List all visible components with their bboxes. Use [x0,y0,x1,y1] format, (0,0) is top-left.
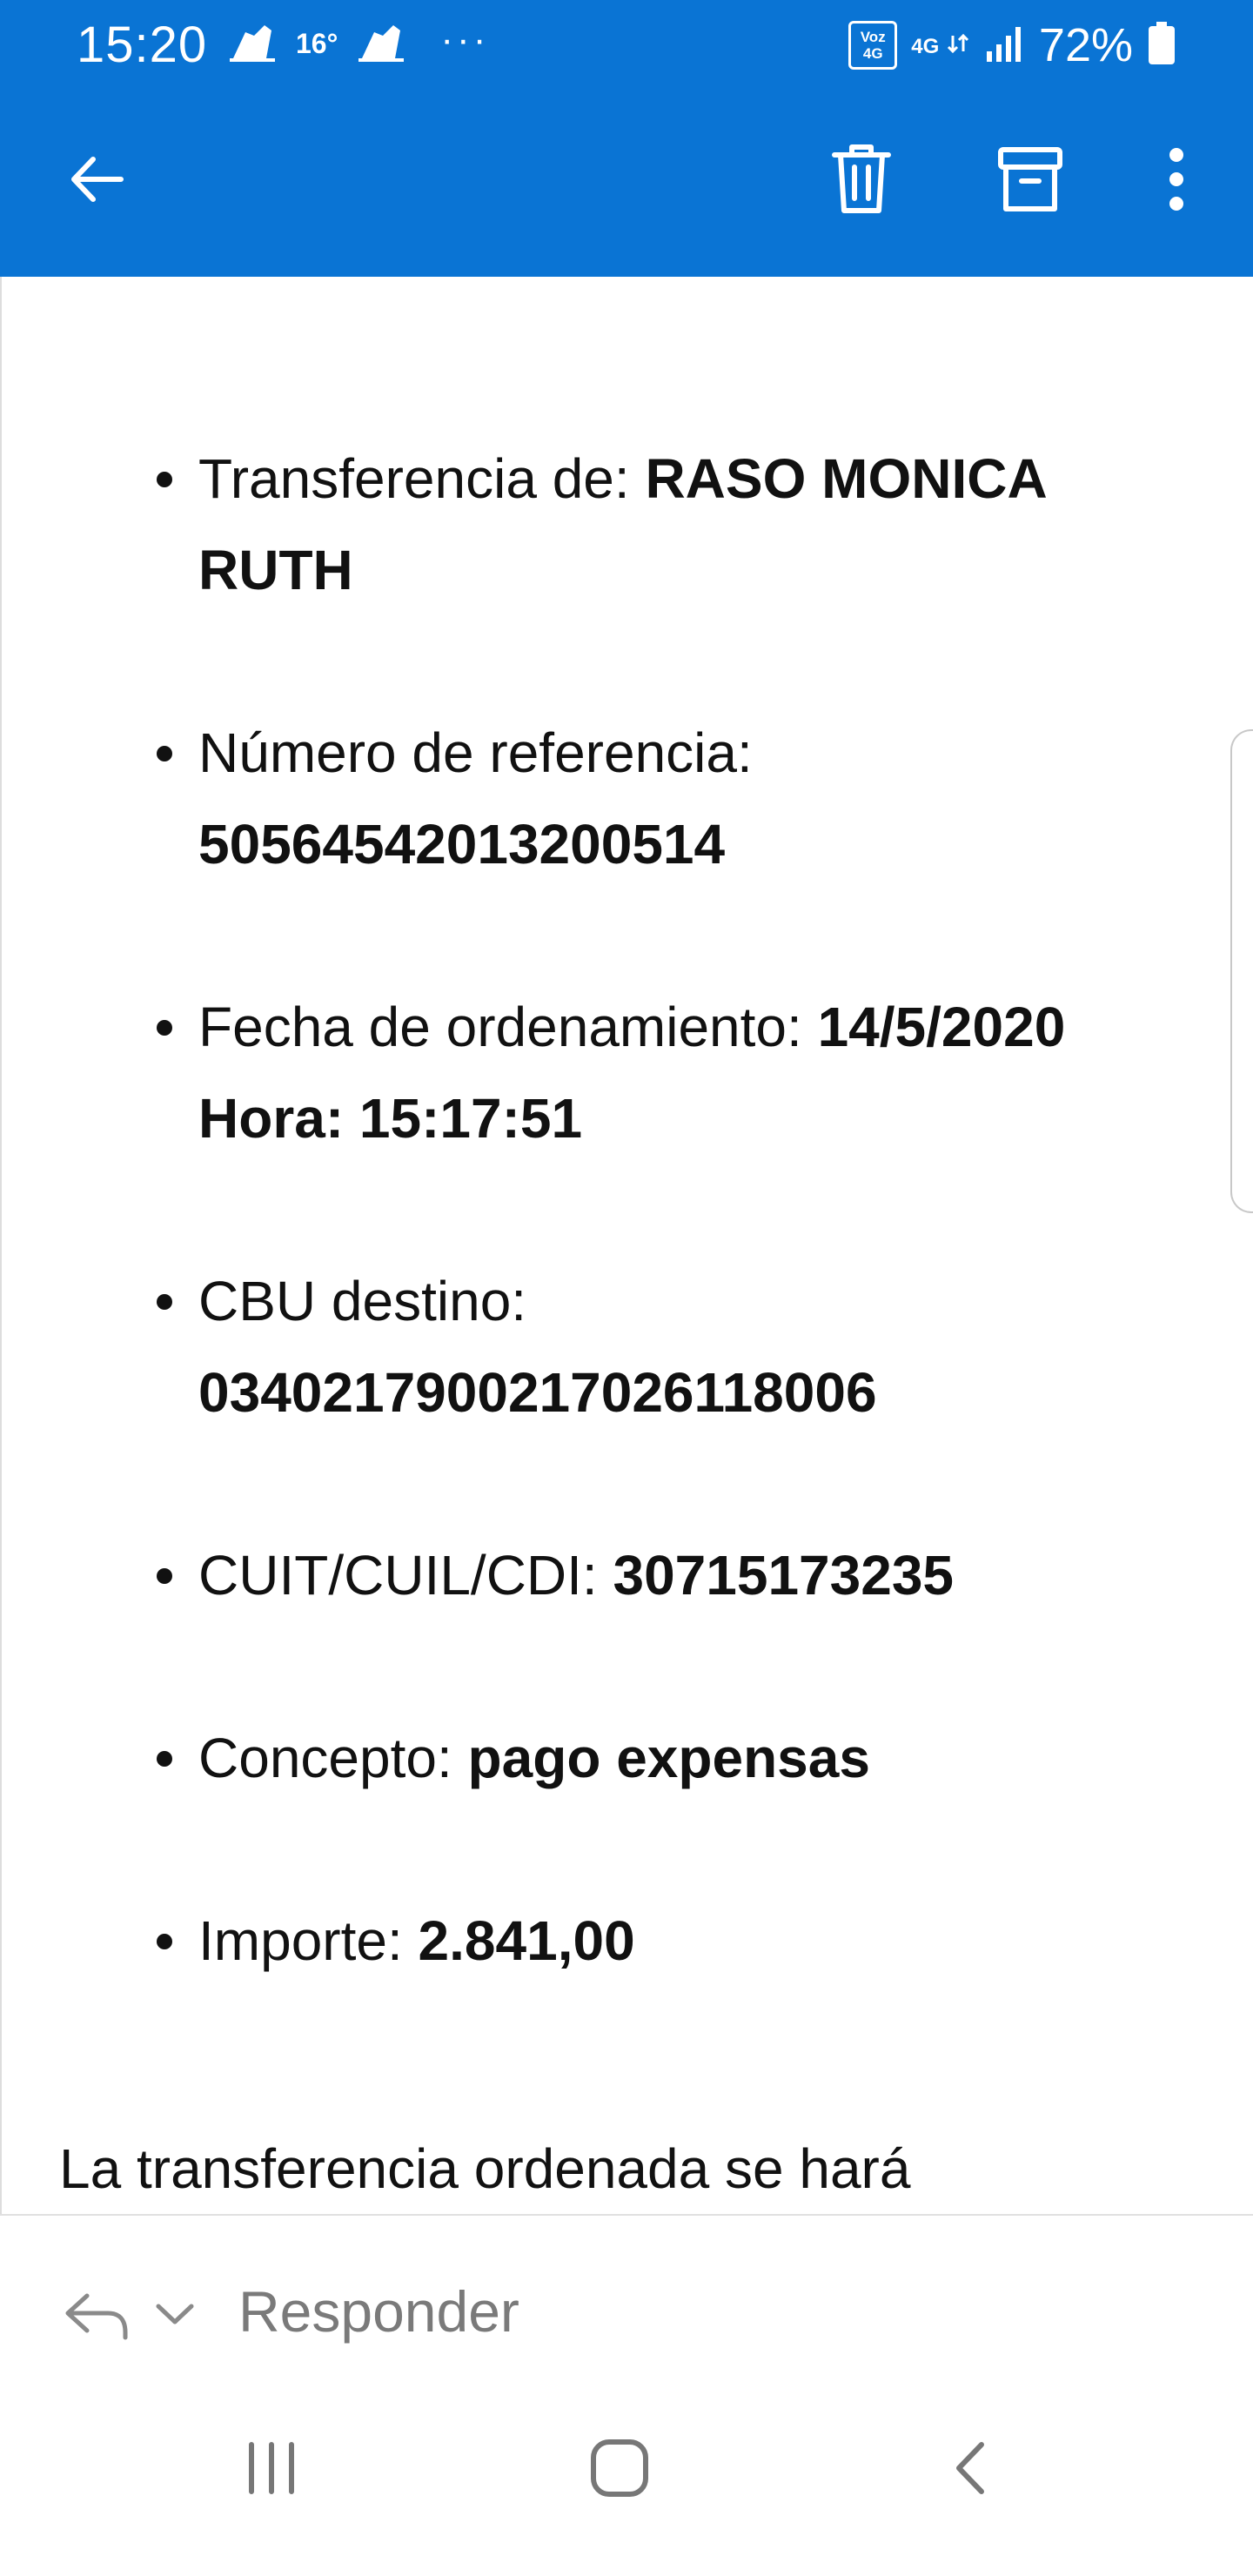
scroll-handle[interactable] [1230,729,1253,1213]
detail-transferencia-de: Transferencia de: RASO MONICA RUTH [2,433,1203,616]
status-notifications: 16° ··· [228,17,489,70]
more-notifications-indicator: ··· [440,18,490,61]
status-time: 15:20 [77,17,208,73]
signal-icon [985,23,1025,68]
detail-value: 30715173235 [613,1544,954,1607]
battery-percent: 72% [1038,19,1133,71]
more-vert-icon[interactable] [1133,136,1220,223]
system-nav-bar [0,2405,1253,2576]
volte-icon: Voz 4G [848,21,898,70]
detail-concepto: Concepto: pago expensas [2,1713,1203,1804]
home-icon[interactable] [576,2425,663,2512]
detail-value: 50564542013200514 [198,813,726,875]
transfer-details-list: Transferencia de: RASO MONICA RUTH Númer… [2,433,1203,2078]
detail-label: Concepto: [198,1727,468,1789]
network-type-text: 4G [911,35,940,58]
detail-fecha-ordenamiento: Fecha de ordenamiento: 14/5/2020 Hora: 1… [2,982,1203,1164]
detail-label: Número de referencia: [198,721,753,784]
app-bar [0,87,1253,277]
detail-label: CUIT/CUIL/CDI: [198,1544,613,1607]
email-content[interactable]: Transferencia de: RASO MONICA RUTH Númer… [0,277,1253,2214]
back-icon[interactable] [928,2425,1015,2512]
archive-icon[interactable] [987,136,1074,223]
status-bar: 15:20 16° ··· Voz 4G 4G 72% [0,0,1253,87]
weather-icon [228,20,277,68]
temperature-text: 16° [296,27,338,59]
email-body-text: La transferencia ordenada se hará [59,2137,911,2200]
detail-value: pago expensas [467,1727,870,1789]
data-arrows-icon: 4G [911,33,971,58]
detail-numero-referencia: Número de referencia: 50564542013200514 [2,708,1203,890]
trash-icon[interactable] [818,136,905,223]
detail-label: Fecha de ordenamiento: [198,996,818,1058]
chevron-down-icon[interactable] [153,2298,197,2332]
volte-top-text: Voz [860,29,886,45]
status-system-icons: Voz 4G 4G 72% [848,17,1176,73]
reply-bar[interactable]: Responder [0,2214,1253,2407]
detail-label: Transferencia de: [198,447,646,510]
recent-apps-icon[interactable] [228,2425,315,2512]
detail-cuit-cuil-cdi: CUIT/CUIL/CDI: 30715173235 [2,1530,1203,1621]
detail-value: 0340217900217026118006 [198,1361,877,1424]
reply-icon[interactable] [63,2289,132,2341]
volte-bottom-text: 4G [862,45,883,62]
detail-cbu-destino: CBU destino: 0340217900217026118006 [2,1256,1203,1439]
weather-icon [357,20,405,68]
reply-button[interactable]: Responder [238,2278,519,2345]
back-arrow-icon[interactable] [54,136,141,223]
detail-importe: Importe: 2.841,00 [2,1895,1203,1987]
battery-icon [1147,21,1176,70]
detail-label: CBU destino: [198,1270,527,1332]
detail-value: 2.841,00 [418,1909,635,1972]
detail-label: Importe: [198,1909,419,1972]
